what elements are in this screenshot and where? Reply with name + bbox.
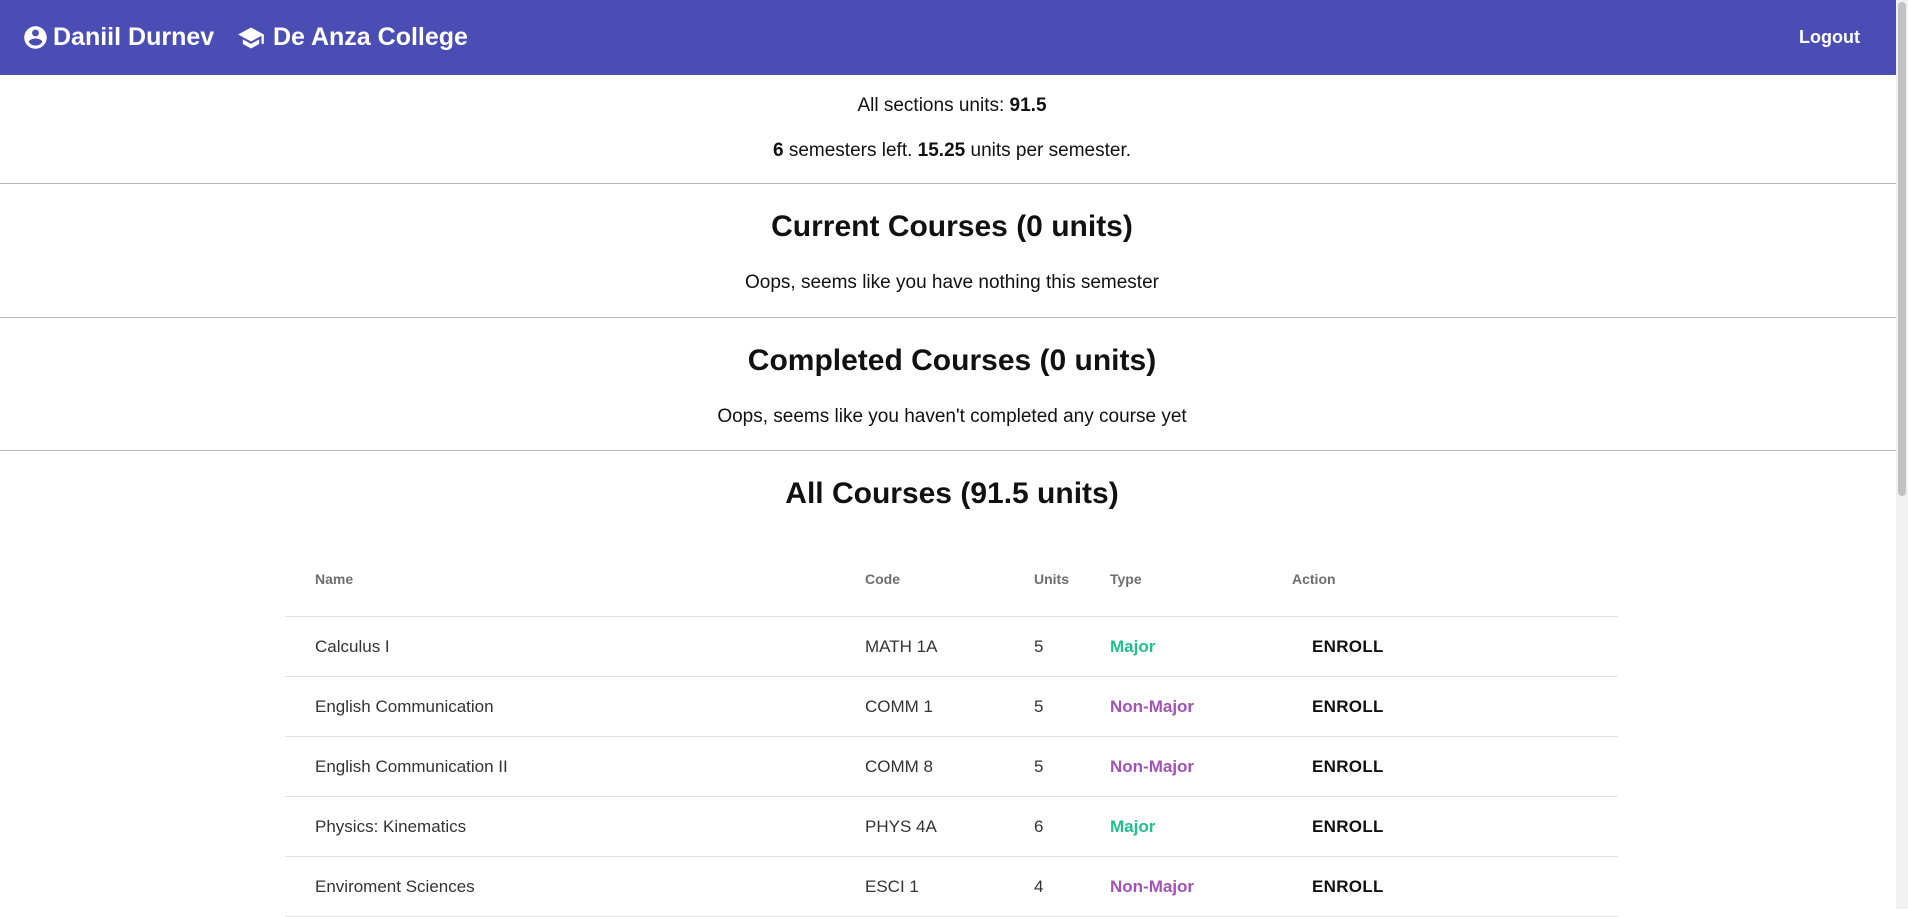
- current-courses-title: Current Courses (0 units): [771, 210, 1133, 243]
- completed-courses-title: Completed Courses (0 units): [747, 344, 1157, 377]
- enroll-button[interactable]: ENROLL: [1312, 637, 1384, 657]
- column-header-code: Code: [865, 542, 1034, 617]
- table-header-row: Name Code Units Type Action: [285, 542, 1618, 617]
- account-circle-icon: [22, 24, 49, 51]
- current-courses-empty-message: Oops, seems like you have nothing this s…: [745, 272, 1159, 293]
- course-name: Enviroment Sciences: [285, 856, 865, 917]
- course-units: 6: [1034, 796, 1110, 857]
- course-code: PHYS 4A: [865, 796, 1034, 857]
- total-units-summary: All sections units: 91.5: [0, 95, 1904, 117]
- divider: [0, 183, 1904, 184]
- column-header-action: Action: [1292, 542, 1618, 617]
- course-type: Non-Major: [1110, 676, 1292, 737]
- course-type: Non-Major: [1110, 736, 1292, 797]
- vertical-scrollbar[interactable]: [1896, 0, 1908, 909]
- total-units-value: 91.5: [1009, 95, 1047, 116]
- course-name: English Communication: [285, 676, 865, 737]
- all-courses-table: Name Code Units Type Action Calculus I M…: [285, 542, 1618, 917]
- divider: [0, 450, 1904, 451]
- divider: [0, 317, 1904, 318]
- all-courses-title: All Courses (91.5 units): [785, 477, 1119, 510]
- course-name: English Communication II: [285, 736, 865, 797]
- semesters-left-label: semesters left.: [783, 140, 918, 161]
- units-per-semester-label: units per semester.: [965, 140, 1132, 161]
- course-name: Physics: Kinematics: [285, 796, 865, 857]
- total-units-label: All sections units:: [857, 95, 1010, 116]
- table-row: English Communication COMM 1 5 Non-Major…: [285, 676, 1618, 737]
- app-bar: Daniil Durnev De Anza College Logout: [0, 0, 1904, 75]
- units-per-semester-value: 15.25: [917, 140, 966, 161]
- user-profile[interactable]: Daniil Durnev: [22, 0, 214, 75]
- course-code: COMM 1: [865, 676, 1034, 737]
- column-header-name: Name: [285, 542, 865, 617]
- table-row: Calculus I MATH 1A 5 Major ENROLL: [285, 616, 1618, 677]
- table-row: Physics: Kinematics PHYS 4A 6 Major ENRO…: [285, 796, 1618, 857]
- table-row: English Communication II COMM 8 5 Non-Ma…: [285, 736, 1618, 797]
- course-code: COMM 8: [865, 736, 1034, 797]
- graduation-cap-icon: [237, 24, 265, 52]
- college-link[interactable]: De Anza College: [237, 0, 468, 75]
- user-name: Daniil Durnev: [53, 23, 215, 51]
- enroll-button[interactable]: ENROLL: [1312, 757, 1384, 777]
- table-row: Enviroment Sciences ESCI 1 4 Non-Major E…: [285, 856, 1618, 917]
- course-name: Calculus I: [285, 616, 865, 677]
- course-type: Non-Major: [1110, 856, 1292, 917]
- course-units: 5: [1034, 676, 1110, 737]
- enroll-button[interactable]: ENROLL: [1312, 877, 1384, 897]
- scrollbar-thumb[interactable]: [1898, 2, 1906, 496]
- column-header-type: Type: [1110, 542, 1292, 617]
- completed-courses-empty-message: Oops, seems like you haven't completed a…: [717, 406, 1187, 427]
- enroll-button[interactable]: ENROLL: [1312, 697, 1384, 717]
- semester-summary: 6 semesters left. 15.25 units per semest…: [0, 140, 1904, 162]
- course-type: Major: [1110, 616, 1292, 677]
- course-units: 5: [1034, 616, 1110, 677]
- column-header-units: Units: [1034, 542, 1110, 617]
- semesters-left-value: 6: [772, 140, 784, 161]
- course-units: 4: [1034, 856, 1110, 917]
- college-name: De Anza College: [273, 23, 468, 51]
- enroll-button[interactable]: ENROLL: [1312, 817, 1384, 837]
- course-units: 5: [1034, 736, 1110, 797]
- logout-button[interactable]: Logout: [1799, 0, 1860, 75]
- course-code: ESCI 1: [865, 856, 1034, 917]
- course-code: MATH 1A: [865, 616, 1034, 677]
- course-type: Major: [1110, 796, 1292, 857]
